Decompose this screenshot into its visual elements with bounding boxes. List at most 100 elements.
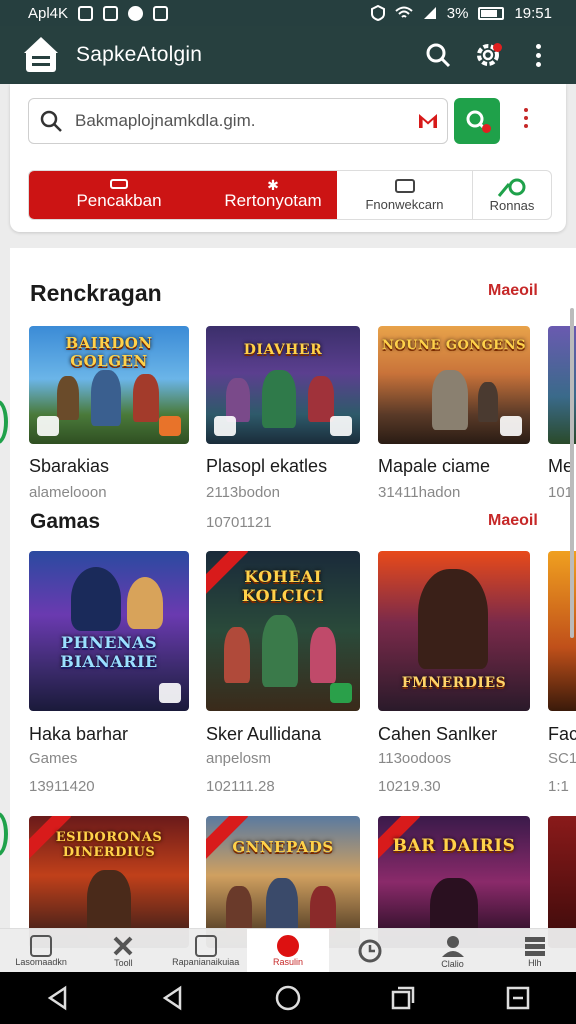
status-carrier: Apl4K (28, 4, 69, 22)
app-title[interactable]: Cahen Sanlker (378, 724, 497, 745)
tab-tools[interactable]: Tooll (82, 929, 164, 972)
app-subtitle: 31411hadon (378, 484, 461, 501)
games-icon (276, 934, 299, 957)
app-title[interactable]: Sker Aullidana (206, 724, 321, 745)
search-submit-button[interactable] (454, 98, 500, 144)
search-icon (40, 110, 62, 132)
category-tab-3[interactable]: Fnonwekcarn (337, 171, 473, 219)
app-badge-icon (159, 683, 181, 703)
split-screen-button[interactable] (498, 978, 538, 1018)
category-label: Fnonwekcarn (365, 196, 444, 212)
game-logo: DIAVHER (243, 342, 323, 358)
app-thumbnail[interactable]: NOUNE GONGENS (378, 326, 530, 444)
tab-home[interactable]: Lasomaadkn (0, 929, 82, 972)
star-icon: ✱ (267, 177, 279, 193)
app-subtitle: 113oodoos (378, 750, 452, 767)
signal-icon (423, 7, 436, 19)
search-button[interactable] (418, 35, 458, 75)
person-icon (441, 935, 464, 957)
app-title: SapkeAtolgin (76, 43, 203, 66)
status-right: 3% 19:51 (370, 4, 552, 22)
tools-icon (114, 936, 133, 955)
game-logo: GNNEPADS (232, 838, 334, 856)
overflow-menu-button[interactable] (518, 35, 558, 75)
app-thumbnail[interactable]: DIAVHER (206, 326, 360, 444)
app-title[interactable]: Fac (548, 724, 576, 745)
category-tab-1[interactable]: Pencakban (29, 171, 209, 219)
app-thumbnail[interactable]: KOHEAI KOLCICI (206, 551, 360, 711)
edge-peek (0, 400, 8, 444)
back-button-alt[interactable] (153, 978, 193, 1018)
app-subtitle: alamelooon (29, 484, 107, 501)
category-tab-2[interactable]: ✱ Rertonyotam (209, 171, 337, 219)
tab-label: Rasulin (272, 956, 303, 967)
app-badge-icon (214, 416, 236, 436)
more-link[interactable]: Maeoil (488, 512, 538, 530)
scrollbar[interactable] (570, 308, 574, 638)
tab-games[interactable]: Rasulin (246, 929, 330, 972)
alarm-icon (370, 5, 385, 21)
app-badge-icon (37, 416, 59, 436)
tool-icon (497, 178, 526, 197)
notification-icon (103, 5, 119, 21)
game-logo: ESIDORONAS DINERDIUS (55, 830, 163, 860)
app-badge-icon (500, 416, 522, 436)
tab-label: Tooll (114, 957, 133, 968)
battery-percent: 3% (446, 4, 469, 22)
content-panel: Renckragan Maeoil BAIRDON GOLGEN DIAVHER… (10, 248, 576, 948)
edge-peek (0, 812, 8, 856)
clock: 19:51 (514, 4, 552, 22)
system-nav-bar (0, 972, 576, 1024)
search-more-button[interactable] (524, 108, 528, 128)
more-link[interactable]: Maeoil (488, 282, 538, 300)
back-button[interactable] (38, 978, 78, 1018)
tab-apps[interactable]: Rapanianaikuiaa (165, 929, 247, 972)
app-thumbnail[interactable]: FMNERDIES (378, 551, 530, 711)
split-screen-icon (507, 986, 530, 1010)
game-logo: NOUNE GONGENS (382, 338, 526, 353)
app-subtitle: 102111.28 (206, 778, 275, 795)
tab-menu[interactable]: Hlh (494, 929, 576, 972)
status-bar: Apl4K 3% 19:51 (0, 0, 576, 26)
apps-icon (194, 934, 217, 957)
home-circle-icon (275, 985, 301, 1011)
game-logo: KOHEAI KOLCICI (241, 567, 325, 605)
home-button[interactable] (268, 978, 308, 1018)
app-title[interactable]: Haka barhar (29, 724, 128, 745)
category-label: Ronnas (489, 197, 535, 213)
app-subtitle: 1:1 (548, 778, 569, 795)
game-logo: FMNERDIES (401, 675, 507, 691)
app-logo-icon[interactable] (22, 37, 60, 73)
tab-label: Lasomaadkn (15, 956, 67, 967)
category-label: Pencakban (76, 191, 162, 210)
game-logo: PHNENAS BIANARIE (60, 633, 158, 671)
category-tabs: Pencakban ✱ Rertonyotam Fnonwekcarn Ronn… (28, 170, 552, 220)
app-subtitle: 2113bodon (206, 484, 280, 501)
app-thumbnail[interactable]: PHNENAS BIANARIE (29, 551, 189, 711)
app-title[interactable]: Sbarakias (29, 456, 109, 477)
status-dot (482, 124, 491, 133)
bottom-tab-bar: Lasomaadkn Tooll Rapanianaikuiaa Rasulin… (0, 928, 576, 972)
app-badge-icon (330, 416, 352, 436)
category-label: Rertonyotam (224, 191, 322, 210)
mail-icon[interactable] (419, 114, 437, 128)
search-input[interactable]: Bakmaplojnamkdla.gim. (28, 98, 448, 144)
notification-badge (493, 43, 502, 52)
search-input-value[interactable]: Bakmaplojnamkdla.gim. (75, 111, 419, 131)
app-subtitle: SC1 (548, 750, 576, 767)
settings-button[interactable] (468, 35, 508, 75)
search-card: Bakmaplojnamkdla.gim. Pencakban ✱ Rerton… (10, 84, 566, 232)
back-triangle-icon (162, 985, 182, 1011)
tab-history[interactable] (329, 929, 411, 972)
tab-profile[interactable]: Clalio (411, 929, 493, 972)
recents-button[interactable] (383, 978, 423, 1018)
wifi-icon (395, 6, 413, 18)
app-title[interactable]: Plasopl ekatles (206, 456, 327, 477)
notification-icon (153, 5, 169, 21)
clock-icon (358, 939, 382, 962)
tab-label: Hlh (528, 957, 542, 968)
app-title[interactable]: Mapale ciame (378, 456, 490, 477)
battery-icon (478, 6, 505, 20)
category-tab-4[interactable]: Ronnas (473, 171, 551, 219)
app-thumbnail[interactable]: BAIRDON GOLGEN (29, 326, 189, 444)
